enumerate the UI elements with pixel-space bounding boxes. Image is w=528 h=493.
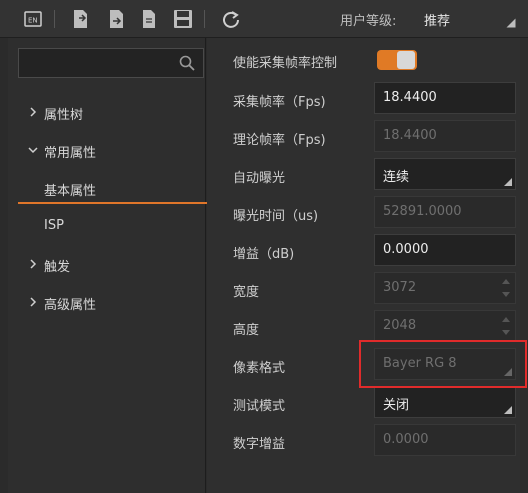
frame-rate-control-toggle[interactable] — [377, 50, 417, 70]
width-field: 3072 — [374, 272, 516, 304]
prop-label-test-mode: 测试模式 — [233, 399, 286, 414]
field-value: 18.4400 — [383, 90, 437, 105]
tree-item-label: 高级属性 — [44, 298, 97, 313]
acquisition-frame-rate-input[interactable]: 18.4400 — [374, 82, 516, 114]
prop-label-exposure-time: 曝光时间（us) — [233, 209, 319, 224]
field-value: 3072 — [383, 280, 417, 295]
tree-item-label: ISP — [44, 218, 64, 233]
file-icon[interactable] — [138, 8, 160, 30]
auto-exposure-select[interactable]: 连续 — [374, 158, 516, 190]
field-value: 关闭 — [383, 398, 410, 413]
import-icon[interactable] — [70, 8, 92, 30]
scrollbar[interactable] — [520, 38, 528, 493]
height-field: 2048 — [374, 310, 516, 342]
user-level-value: 推荐 — [424, 14, 451, 29]
chevron-down-icon — [506, 18, 516, 28]
user-level-label: 用户等级: — [340, 14, 397, 29]
tree-item-label: 触发 — [44, 260, 71, 275]
tree-item-isp[interactable]: ISP — [18, 212, 210, 242]
prop-label-auto-exposure: 自动曝光 — [233, 171, 286, 186]
exposure-time-field: 52891.0000 — [374, 196, 516, 228]
test-mode-select[interactable]: 关闭 — [374, 386, 516, 418]
digital-gain-field: 0.0000 — [374, 424, 516, 456]
prop-label-theoretical-frame-rate: 理论帧率（Fps) — [233, 133, 326, 148]
dropdown-arrow-icon — [504, 406, 512, 414]
save-icon[interactable] — [172, 8, 194, 30]
chevron-right-icon[interactable] — [28, 258, 38, 270]
spin-arrows-icon — [501, 277, 511, 299]
field-value: 连续 — [383, 170, 410, 185]
gain-input[interactable]: 0.0000 — [374, 234, 516, 266]
field-value: 2048 — [383, 318, 417, 333]
user-level-select[interactable]: 推荐 — [418, 8, 518, 30]
toolbar-separator — [54, 10, 55, 28]
svg-text:EN: EN — [28, 17, 38, 25]
tree-item-basic-properties[interactable]: 基本属性 — [18, 174, 210, 204]
theoretical-frame-rate-field: 18.4400 — [374, 120, 516, 152]
prop-label-pixel-format: 像素格式 — [233, 361, 286, 376]
toolbar: EN 用户等级: 推荐 — [0, 0, 528, 38]
tree-item-label: 常用属性 — [44, 146, 97, 161]
spin-arrows-icon — [501, 315, 511, 337]
field-value: 0.0000 — [383, 242, 429, 257]
property-tree-panel: 属性树 常用属性 基本属性 ISP 触发 高级属性 — [8, 38, 210, 493]
prop-label-height: 高度 — [233, 323, 260, 338]
prop-label-frame-rate-control: 使能采集帧率控制 — [233, 56, 338, 71]
field-value: 0.0000 — [383, 432, 429, 447]
language-en-icon[interactable]: EN — [22, 8, 44, 30]
field-value: 18.4400 — [383, 128, 437, 143]
tree-item-common-properties[interactable]: 常用属性 — [18, 136, 210, 166]
search-icon[interactable] — [179, 55, 195, 71]
prop-label-digital-gain: 数字增益 — [233, 437, 286, 452]
prop-label-width: 宽度 — [233, 285, 260, 300]
field-value: 52891.0000 — [383, 204, 462, 219]
prop-label-acquisition-frame-rate: 采集帧率（Fps) — [233, 95, 326, 110]
toolbar-separator — [204, 10, 205, 28]
pixel-format-highlight-box — [359, 340, 527, 388]
export-icon[interactable] — [106, 8, 128, 30]
chevron-right-icon[interactable] — [28, 296, 38, 308]
tree-item-advanced-properties[interactable]: 高级属性 — [18, 288, 210, 318]
dropdown-arrow-icon — [504, 178, 512, 186]
tree-item-property-tree[interactable]: 属性树 — [18, 98, 210, 128]
property-grid: 使能采集帧率控制 采集帧率（Fps) 18.4400 理论帧率（Fps) 18.… — [207, 38, 528, 493]
refresh-icon[interactable] — [220, 8, 242, 30]
tree-item-label: 属性树 — [44, 108, 84, 123]
toggle-knob — [397, 51, 415, 69]
tree-item-trigger[interactable]: 触发 — [18, 250, 210, 280]
chevron-down-icon[interactable] — [28, 144, 38, 156]
tree-item-label: 基本属性 — [44, 184, 97, 199]
prop-label-gain: 增益（dB) — [233, 247, 295, 262]
chevron-right-icon[interactable] — [28, 106, 38, 118]
search-input[interactable] — [18, 48, 204, 78]
